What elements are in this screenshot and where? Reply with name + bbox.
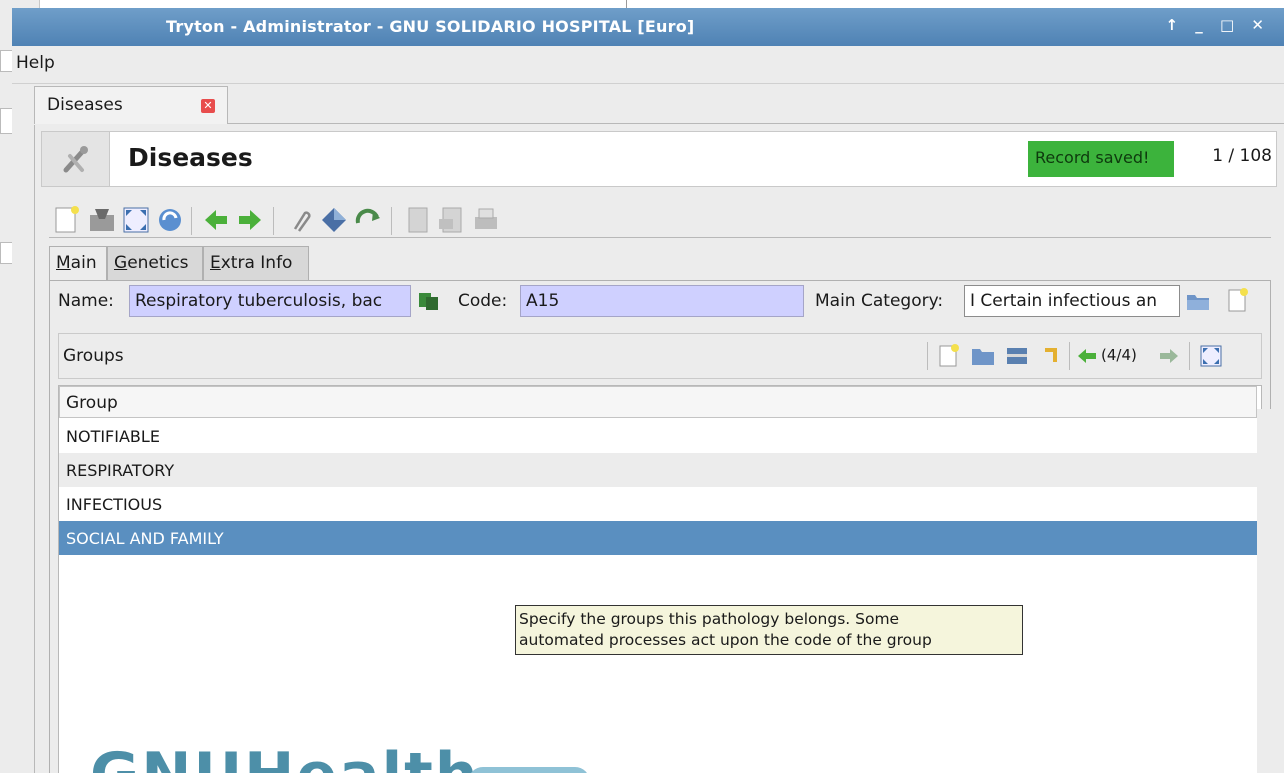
form-area: Diseases Record saved! 1 / 108 Main Gene… (34, 125, 1284, 773)
document-tabbar: Diseases ✕ (34, 84, 1284, 124)
email-report-icon[interactable] (437, 205, 467, 235)
status-badge: Record saved! (1028, 141, 1174, 177)
next-record-icon[interactable] (235, 205, 265, 235)
window-title: Tryton - Administrator - GNU SOLIDARIO H… (166, 17, 695, 36)
reload-icon[interactable] (155, 205, 185, 235)
remove-group-icon[interactable] (1005, 346, 1029, 366)
attachment-icon[interactable] (285, 205, 315, 235)
action-icon[interactable] (319, 205, 349, 235)
open-group-icon[interactable] (971, 346, 995, 366)
tab-genetics[interactable]: Genetics (107, 246, 203, 280)
code-label: Code: (458, 291, 508, 311)
close-tab-icon[interactable]: ✕ (201, 99, 215, 113)
main-tab-body: Name: Respiratory tuberculosis, bac Code… (49, 280, 1271, 773)
table-row[interactable]: INFECTIOUS (59, 487, 1257, 521)
table-row[interactable]: RESPIRATORY (59, 453, 1257, 487)
gnuhealth-logo: GNUHealth (90, 745, 480, 773)
print-icon[interactable] (471, 205, 501, 235)
menubar: Help (12, 46, 1284, 84)
report-icon[interactable] (403, 205, 433, 235)
new-record-icon[interactable] (51, 205, 81, 235)
tab-label: Diseases (47, 95, 123, 115)
groups-toolbar: Groups (4/4) (58, 333, 1262, 379)
tab-main[interactable]: Main (49, 246, 107, 280)
code-field[interactable]: A15 (520, 285, 804, 317)
record-counter: 1 / 108 (1212, 146, 1272, 166)
column-header-group[interactable]: Group (59, 386, 1257, 418)
new-group-icon[interactable] (937, 344, 959, 368)
create-record-icon[interactable] (1226, 287, 1248, 313)
logo-badge (468, 767, 590, 773)
groups-table: Group NOTIFIABLE RESPIRATORY INFECTIOUS … (58, 385, 1262, 773)
field-tooltip: Specify the groups this pathology belong… (515, 605, 1023, 655)
table-row-selected[interactable]: SOCIAL AND FAMILY (59, 521, 1257, 555)
search-folder-icon[interactable] (1186, 291, 1210, 311)
app-window: Help Diseases ✕ Diseases Record saved! 1… (12, 46, 1284, 773)
tab-diseases[interactable]: Diseases ✕ (34, 86, 228, 124)
undo-icon[interactable] (1039, 346, 1061, 366)
main-category-label: Main Category: (815, 291, 944, 311)
groups-tools: (4/4) (927, 340, 1257, 372)
name-label: Name: (58, 291, 114, 311)
form-notebook: Main Genetics Extra Info Name: Respirato… (49, 237, 1271, 773)
translate-icon[interactable] (418, 291, 440, 311)
window-controls[interactable]: ↑ _ □ ✕ (1166, 16, 1270, 34)
main-category-field[interactable]: I Certain infectious an (964, 285, 1180, 317)
tab-extra-info[interactable]: Extra Info (203, 246, 309, 280)
tools-icon (63, 146, 88, 173)
switch-view-icon[interactable] (121, 205, 151, 235)
wizard-button[interactable] (42, 132, 110, 186)
previous-group-icon[interactable] (1077, 348, 1097, 364)
side-scroll-area (1257, 409, 1272, 773)
window-titlebar[interactable]: Tryton - Administrator - GNU SOLIDARIO H… (12, 8, 1284, 46)
page-title: Diseases (128, 143, 253, 172)
save-icon[interactable] (87, 205, 117, 235)
groups-pager: (4/4) (1101, 346, 1137, 364)
table-row[interactable]: NOTIFIABLE (59, 419, 1257, 453)
menu-help[interactable]: Help (16, 53, 55, 73)
form-header: Diseases Record saved! 1 / 108 (41, 131, 1277, 187)
next-group-icon[interactable] (1159, 348, 1179, 364)
groups-label: Groups (63, 346, 124, 366)
switch-view-icon[interactable] (1199, 344, 1223, 368)
previous-record-icon[interactable] (201, 205, 231, 235)
relate-icon[interactable] (353, 205, 383, 235)
name-field[interactable]: Respiratory tuberculosis, bac (129, 285, 411, 317)
